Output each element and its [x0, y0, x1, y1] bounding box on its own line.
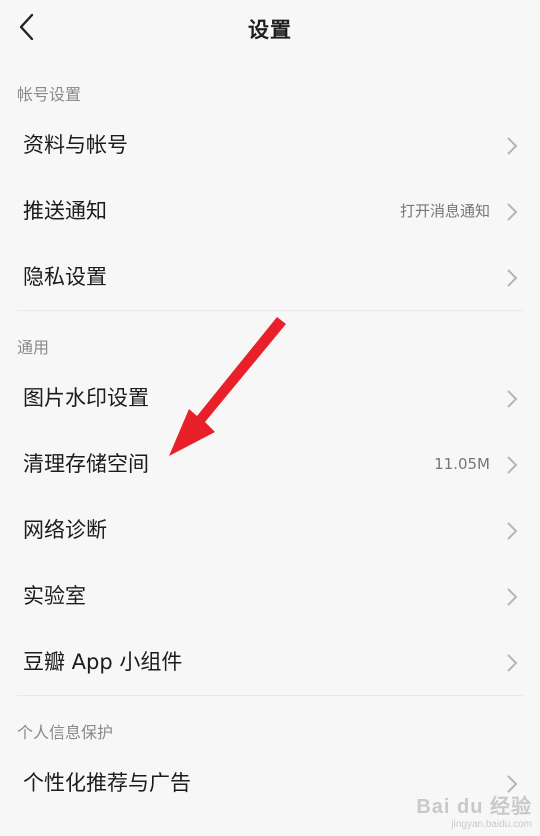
row-label: 图片水印设置 — [23, 386, 149, 410]
section-header-account: 帐号设置 — [17, 85, 82, 104]
row-app-widget[interactable]: 豆瓣 App 小组件 — [0, 629, 540, 695]
chevron-right-icon — [507, 654, 518, 672]
row-value: 打开消息通知 — [399, 202, 490, 220]
row-value: 11.05M — [434, 455, 490, 473]
row-lab[interactable]: 实验室 — [0, 563, 540, 629]
chevron-right-icon — [507, 137, 518, 155]
row-label: 清理存储空间 — [23, 452, 149, 476]
row-clear-storage[interactable]: 清理存储空间 11.05M — [0, 431, 540, 497]
section-header-privacy-protection: 个人信息保护 — [17, 723, 114, 742]
row-profile-account[interactable]: 资料与帐号 — [0, 112, 540, 178]
chevron-right-icon — [507, 390, 518, 408]
row-label: 实验室 — [23, 584, 86, 608]
row-label: 网络诊断 — [23, 518, 107, 542]
row-label: 个性化推荐与广告 — [23, 771, 191, 795]
row-push-notifications[interactable]: 推送通知 打开消息通知 — [0, 178, 540, 244]
row-image-watermark[interactable]: 图片水印设置 — [0, 365, 540, 431]
row-label: 豆瓣 App 小组件 — [23, 650, 183, 674]
chevron-right-icon — [507, 522, 518, 540]
row-privacy-settings[interactable]: 隐私设置 — [0, 244, 540, 310]
baidu-jingyan-watermark: Bai du 经验 jingyan.baidu.com — [416, 790, 532, 830]
section-header-general: 通用 — [17, 338, 50, 357]
chevron-right-icon — [507, 203, 518, 221]
row-network-diagnosis[interactable]: 网络诊断 — [0, 497, 540, 563]
row-label: 资料与帐号 — [23, 133, 128, 157]
watermark-url: jingyan.baidu.com — [451, 819, 532, 830]
watermark-logo: Bai du 经验 — [416, 796, 532, 818]
nav-bar: 设置 — [0, 0, 540, 58]
row-label: 隐私设置 — [23, 265, 107, 289]
page-title: 设置 — [248, 18, 292, 42]
row-label: 推送通知 — [23, 199, 107, 223]
chevron-right-icon — [507, 269, 518, 287]
chevron-right-icon — [507, 456, 518, 474]
chevron-right-icon — [507, 588, 518, 606]
